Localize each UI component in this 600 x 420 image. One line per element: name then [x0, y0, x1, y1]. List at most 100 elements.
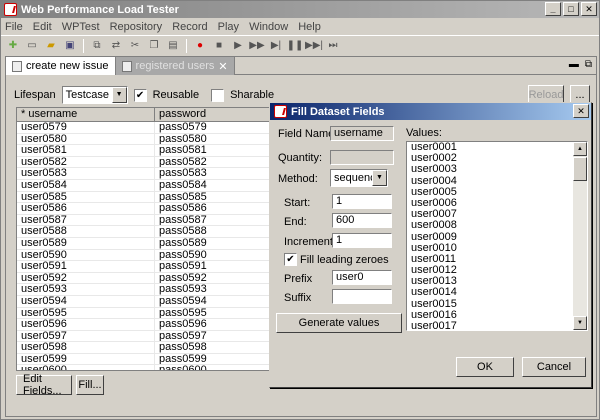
password-cell[interactable]: pass0595 — [155, 307, 273, 319]
table-row[interactable]: user0581 pass0581 — [17, 145, 273, 157]
start-input[interactable]: 1 — [332, 194, 392, 209]
table-row[interactable]: user0592 pass0592 — [17, 272, 273, 285]
username-cell[interactable]: user0581 — [17, 145, 155, 156]
username-cell[interactable]: user0585 — [17, 191, 155, 203]
open-folder-icon[interactable]: ▰ — [43, 39, 59, 53]
reusable-checkbox[interactable]: ✔ — [133, 88, 147, 102]
username-cell[interactable]: user0600 — [17, 365, 155, 370]
username-cell[interactable]: user0592 — [17, 272, 155, 284]
password-cell[interactable]: pass0591 — [155, 261, 273, 272]
chevron-down-icon[interactable]: ▼ — [372, 170, 387, 186]
table-row[interactable]: user0598 pass0598 — [17, 342, 273, 354]
list-item[interactable]: user0003 — [407, 164, 587, 175]
username-cell[interactable]: user0588 — [17, 226, 155, 237]
table-row[interactable]: user0580 pass0580 — [17, 133, 273, 146]
table-row[interactable]: user0582 pass0582 — [17, 156, 273, 169]
menu-window[interactable]: Window — [249, 21, 288, 33]
maximize-view-icon[interactable]: ⧉ — [585, 59, 592, 70]
edit-fields-button[interactable]: Edit Fields... — [16, 373, 72, 397]
password-cell[interactable]: pass0598 — [155, 342, 273, 353]
password-cell[interactable]: pass0581 — [155, 145, 273, 156]
column-header-username[interactable]: * username — [17, 108, 155, 121]
username-cell[interactable]: user0582 — [17, 156, 155, 168]
username-cell[interactable]: user0589 — [17, 237, 155, 249]
save-icon[interactable]: ▣ — [62, 39, 78, 53]
password-cell[interactable]: pass0593 — [155, 284, 273, 295]
increment-input[interactable]: 1 — [332, 233, 392, 248]
scroll-up-icon[interactable]: ▲ — [573, 142, 587, 156]
values-list[interactable]: user0001 user0002 user0003 user0004 user0005… — [406, 141, 588, 331]
minimize-button[interactable]: _ — [545, 2, 561, 16]
menu-edit[interactable]: Edit — [33, 21, 52, 33]
pause-icon[interactable]: ❚❚ — [287, 39, 304, 53]
replay-all-icon[interactable]: ⏭ — [325, 39, 341, 53]
table-row[interactable]: user0588 pass0588 — [17, 226, 273, 238]
table-row[interactable]: user0600pass0600 — [17, 365, 273, 370]
paste-icon[interactable]: ▤ — [165, 39, 181, 53]
end-input[interactable]: 600 — [332, 213, 392, 228]
table-row[interactable]: user0583 pass0583 — [17, 168, 273, 180]
username-cell[interactable]: user0596 — [17, 319, 155, 330]
lifespan-select[interactable]: Testcase ▼ — [61, 86, 128, 104]
fill-button[interactable]: Fill... — [76, 375, 104, 395]
list-item[interactable]: user0017 — [407, 320, 587, 330]
password-cell[interactable]: pass0596 — [155, 319, 273, 330]
username-cell[interactable]: user0591 — [17, 261, 155, 272]
play-icon[interactable]: ▶ — [230, 39, 246, 53]
cancel-button[interactable]: Cancel — [522, 357, 586, 377]
username-cell[interactable]: user0597 — [17, 330, 155, 342]
menu-file[interactable]: File — [5, 21, 23, 33]
minimize-view-icon[interactable]: ▬ — [569, 59, 579, 70]
password-cell[interactable]: pass0579 — [155, 122, 273, 133]
values-scrollbar[interactable]: ▲ ▼ — [573, 142, 587, 330]
username-cell[interactable]: user0579 — [17, 122, 155, 133]
copy-window-icon[interactable]: ⧉ — [89, 39, 105, 53]
password-cell[interactable]: pass0584 — [155, 179, 273, 191]
username-cell[interactable]: user0587 — [17, 214, 155, 226]
username-cell[interactable]: user0583 — [17, 168, 155, 179]
password-cell[interactable]: pass0586 — [155, 203, 273, 214]
table-row[interactable]: user0584 pass0584 — [17, 179, 273, 192]
list-item[interactable]: user0008 — [407, 220, 587, 231]
prefix-input[interactable]: user0 — [332, 270, 392, 285]
sharable-checkbox[interactable] — [211, 88, 225, 102]
table-row[interactable]: user0589 pass0589 — [17, 237, 273, 250]
table-row[interactable]: user0590 pass0590 — [17, 249, 273, 262]
new-icon[interactable]: ✚ — [5, 39, 21, 53]
password-cell[interactable]: pass0585 — [155, 191, 273, 203]
password-cell[interactable]: pass0594 — [155, 295, 273, 307]
table-row[interactable]: user0594 pass0594 — [17, 295, 273, 308]
copy-icon[interactable]: ❐ — [146, 39, 162, 53]
table-row[interactable]: user0599 pass0599 — [17, 353, 273, 366]
tab-registered-users[interactable]: registered users ✕ — [115, 57, 235, 75]
username-cell[interactable]: user0590 — [17, 249, 155, 261]
method-select[interactable]: sequence ▼ — [330, 169, 388, 187]
column-header-password[interactable]: password — [155, 108, 273, 121]
chevron-down-icon[interactable]: ▼ — [111, 87, 127, 103]
menu-wptest[interactable]: WPTest — [62, 21, 100, 33]
username-cell[interactable]: user0580 — [17, 133, 155, 145]
fill-zeroes-checkbox[interactable]: ✔ — [284, 253, 297, 266]
tab-create-new-issue[interactable]: create new issue — [6, 57, 116, 75]
menu-play[interactable]: Play — [218, 21, 239, 33]
password-cell[interactable]: pass0597 — [155, 330, 273, 342]
compare-icon[interactable]: ⇄ — [108, 39, 124, 53]
table-row[interactable]: user0596 pass0596 — [17, 319, 273, 331]
table-row[interactable]: user0579 pass0579 — [17, 122, 273, 134]
username-cell[interactable]: user0586 — [17, 203, 155, 214]
table-row[interactable]: user0585 pass0585 — [17, 191, 273, 204]
maximize-button[interactable]: □ — [563, 2, 579, 16]
list-item[interactable]: user0014 — [407, 287, 587, 298]
cut-icon[interactable]: ✂ — [127, 39, 143, 53]
generate-values-button[interactable]: Generate values — [276, 313, 402, 333]
username-cell[interactable]: user0599 — [17, 353, 155, 365]
step-icon[interactable]: ▶| — [268, 39, 284, 53]
open-icon[interactable]: ▭ — [24, 39, 40, 53]
username-cell[interactable]: user0598 — [17, 342, 155, 353]
menu-repository[interactable]: Repository — [110, 21, 163, 33]
suffix-input[interactable] — [332, 289, 392, 304]
menu-help[interactable]: Help — [298, 21, 321, 33]
close-tab-icon[interactable]: ✕ — [218, 60, 227, 73]
password-cell[interactable]: pass0580 — [155, 133, 273, 145]
list-item[interactable]: user0009 — [407, 231, 587, 243]
